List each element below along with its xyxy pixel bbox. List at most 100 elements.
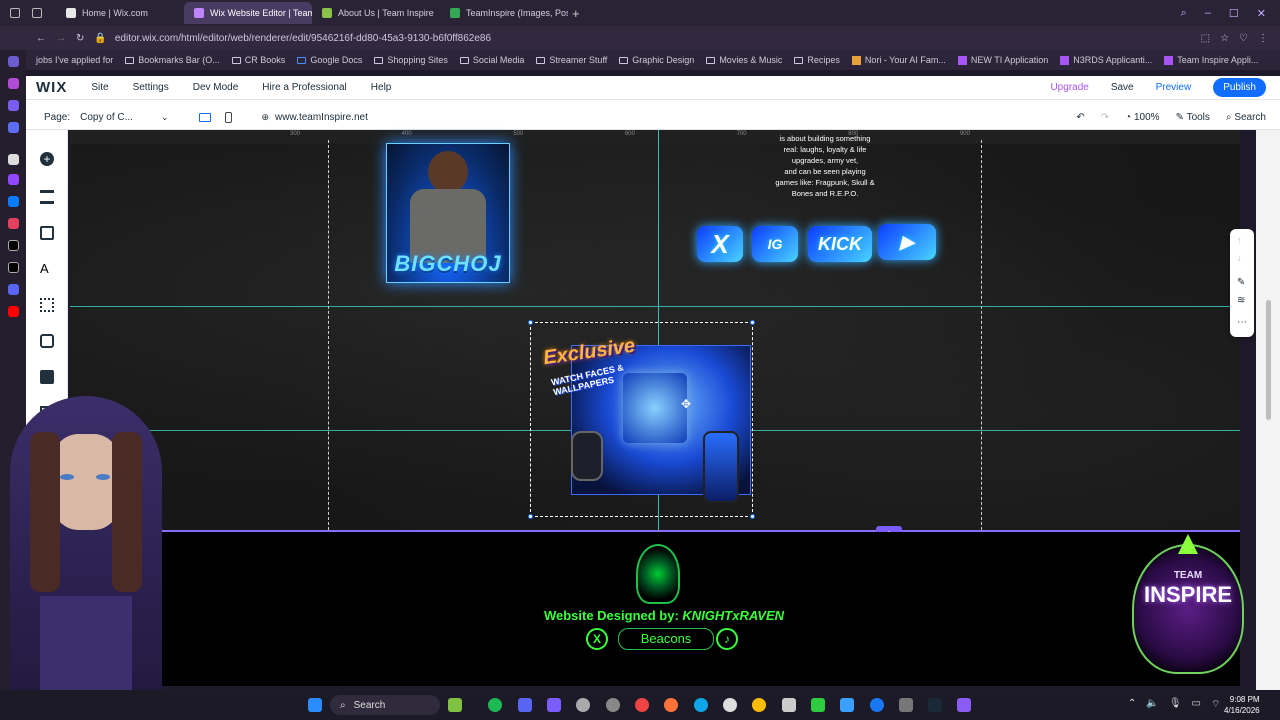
bookmark-jobs[interactable]: jobs I've applied for (36, 55, 113, 65)
domain-field[interactable]: www.teamInspire.net (275, 112, 368, 123)
resize-handle[interactable] (528, 320, 533, 325)
search-tabs-icon[interactable]: ⌕ (1181, 7, 1187, 20)
bookmark-team-inspire[interactable]: Team Inspire Appli... (1164, 55, 1258, 65)
page-select[interactable]: Copy of C... (80, 112, 133, 123)
zoom-button[interactable]: ◔ 100% (1125, 112, 1159, 123)
redo-icon[interactable]: ↷ (1101, 112, 1109, 123)
desktop-view-icon[interactable] (198, 112, 211, 122)
maximize-icon[interactable]: ☐ (1229, 7, 1239, 20)
close-icon[interactable]: ✕ (1257, 7, 1266, 20)
app-icon[interactable] (811, 698, 825, 712)
facebook-messenger-icon[interactable] (8, 196, 19, 207)
mic-icon[interactable]: 🎙 (1169, 698, 1182, 711)
opera-icon[interactable] (635, 698, 649, 712)
bookmark-social[interactable]: Social Media (459, 55, 524, 65)
add-section-icon[interactable] (40, 190, 54, 204)
facebook-icon[interactable] (870, 698, 884, 712)
calculator-icon[interactable] (547, 698, 561, 712)
upgrade-button[interactable]: Upgrade (1050, 82, 1088, 93)
url-field[interactable]: editor.wix.com/html/editor/web/renderer/… (115, 33, 491, 44)
windows-start-icon[interactable] (308, 698, 322, 712)
tools-button[interactable]: ✎ Tools (1176, 112, 1210, 123)
battery-icon[interactable]: ▭ (1192, 698, 1201, 711)
workspaces-icon[interactable] (32, 8, 42, 18)
menu-dev-mode[interactable]: Dev Mode (193, 82, 239, 93)
tab-actions-icon[interactable] (10, 8, 20, 18)
tab-about-us[interactable]: About Us | Team Inspire (312, 2, 440, 24)
menu-icon[interactable]: ⋮ (1258, 33, 1268, 44)
globe-icon[interactable] (8, 56, 19, 67)
clock[interactable]: 9:08 PM 4/16/2026 (1224, 694, 1260, 716)
edit-icon[interactable]: ✎ (1237, 277, 1245, 288)
heart-icon[interactable]: ♡ (1239, 33, 1248, 44)
save-button[interactable]: Save (1111, 82, 1134, 93)
arrow-down-icon[interactable]: ↓ (1237, 253, 1242, 263)
bookmark-movies[interactable]: Movies & Music (706, 55, 782, 65)
footer-section[interactable]: Website Designed by: KNIGHTxRAVEN X Beac… (70, 532, 1240, 686)
bookmark-recipes[interactable]: Recipes (794, 55, 840, 65)
tab-home-wix[interactable]: Home | Wix.com (56, 2, 184, 24)
menu-site[interactable]: Site (91, 82, 108, 93)
steam-icon[interactable] (928, 698, 942, 712)
bookmark-star-icon[interactable]: ☆ (1220, 33, 1229, 44)
app-icon[interactable] (723, 698, 737, 712)
resize-handle[interactable] (528, 514, 533, 519)
chrome-icon[interactable] (752, 698, 766, 712)
selected-promo-image[interactable]: Exclusive WATCH FACES & WALLPAPERS ✥ (528, 320, 755, 519)
bookmark-n3rds[interactable]: N3RDS Applicanti... (1060, 55, 1152, 65)
bio-text[interactable]: is about building something real: laughs… (760, 133, 890, 199)
tiktok-icon[interactable] (8, 240, 19, 251)
business-icon[interactable] (40, 334, 54, 348)
edge-icon[interactable] (694, 698, 708, 712)
bookmark-google-docs[interactable]: Google Docs (297, 55, 362, 65)
tray-chevron-icon[interactable]: ⌃ (1128, 698, 1136, 711)
kick-social-icon[interactable]: KICK (808, 226, 872, 262)
bookmark-streamer[interactable]: Streamer Stuff (536, 55, 607, 65)
reload-icon[interactable]: ↻ (76, 33, 84, 44)
youtube-icon[interactable] (8, 306, 19, 317)
layers-icon[interactable]: ≋ (1237, 295, 1245, 306)
minimize-icon[interactable]: – (1205, 7, 1211, 20)
forward-icon[interactable]: → (56, 33, 66, 44)
bookmark-graphic-design[interactable]: Graphic Design (619, 55, 694, 65)
media-icon[interactable] (40, 370, 54, 384)
settings-icon[interactable] (899, 698, 913, 712)
more-icon[interactable]: ⋯ (1237, 317, 1247, 328)
bookmark-bookmarks-bar[interactable]: Bookmarks Bar (O... (125, 55, 220, 65)
design-icon[interactable]: A (40, 262, 54, 276)
discord-icon[interactable] (518, 698, 532, 712)
discord-icon[interactable] (8, 284, 19, 295)
github-icon[interactable] (8, 154, 19, 165)
spotify-icon[interactable] (488, 698, 502, 712)
x-social-icon[interactable]: X (697, 226, 743, 262)
volume-icon[interactable]: 🔈 (1146, 698, 1158, 711)
mobile-view-icon[interactable] (224, 111, 232, 123)
preview-button[interactable]: Preview (1156, 82, 1192, 93)
resize-handle[interactable] (750, 320, 755, 325)
app-icon[interactable] (782, 698, 796, 712)
bookmark-shopping[interactable]: Shopping Sites (374, 55, 448, 65)
menu-settings[interactable]: Settings (133, 82, 169, 93)
instagram-icon[interactable] (8, 218, 19, 229)
beacons-link[interactable]: Beacons (618, 628, 714, 650)
add-elements-icon[interactable]: + (40, 152, 54, 166)
x-icon[interactable] (8, 262, 19, 273)
taskbar-search[interactable]: ⌕ Search (330, 695, 440, 715)
instagram-social-icon[interactable]: IG (752, 226, 798, 262)
profile-card-image[interactable]: BIGCHOJ (368, 143, 528, 298)
resize-handle[interactable] (750, 514, 755, 519)
app-icon[interactable] (606, 698, 620, 712)
profile-icon[interactable] (8, 78, 19, 89)
pages-icon[interactable] (40, 226, 54, 240)
back-icon[interactable]: ← (36, 33, 46, 44)
bookmark-ti-application[interactable]: NEW TI Application (957, 55, 1048, 65)
youtube-social-icon[interactable]: ▶ (878, 224, 936, 260)
app-icon[interactable] (576, 698, 590, 712)
editor-scrollbar[interactable] (1256, 130, 1280, 690)
apps-icon[interactable] (40, 298, 54, 312)
firefox-icon[interactable] (664, 698, 678, 712)
messenger-icon[interactable] (8, 122, 19, 133)
wix-logo[interactable]: WIX (36, 79, 67, 96)
menu-help[interactable]: Help (371, 82, 392, 93)
twitch-icon[interactable] (957, 698, 971, 712)
